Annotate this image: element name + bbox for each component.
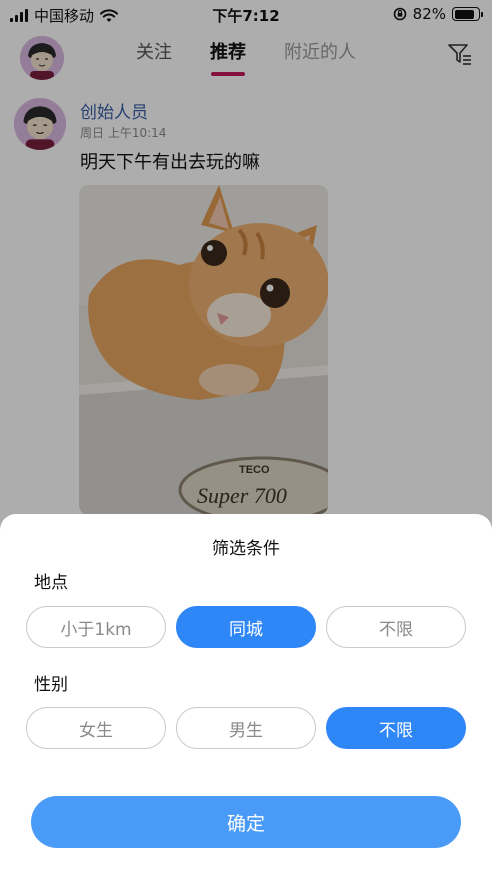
gender-option-any[interactable]: 不限: [326, 707, 466, 749]
gender-option-male[interactable]: 男生: [176, 707, 316, 749]
filter-sheet-title: 筛选条件: [212, 539, 280, 559]
location-option-any[interactable]: 不限: [326, 606, 466, 648]
gender-section-label: 性别: [34, 675, 68, 695]
gender-options: 女生 男生 不限: [26, 707, 466, 749]
location-section-label: 地点: [34, 573, 68, 593]
location-options: 小于1km 同城 不限: [26, 606, 466, 648]
filter-sheet: 筛选条件 地点 小于1km 同城 不限 性别 女生 男生 不限 确定: [0, 514, 492, 878]
gender-option-female[interactable]: 女生: [26, 707, 166, 749]
confirm-button[interactable]: 确定: [31, 796, 461, 848]
screen: 中国移动 下午7:12 82% 关注 推荐 附近的人 创始人员 周日 上午10:…: [0, 0, 492, 878]
location-option-under-1km[interactable]: 小于1km: [26, 606, 166, 648]
location-option-same-city[interactable]: 同城: [176, 606, 316, 648]
